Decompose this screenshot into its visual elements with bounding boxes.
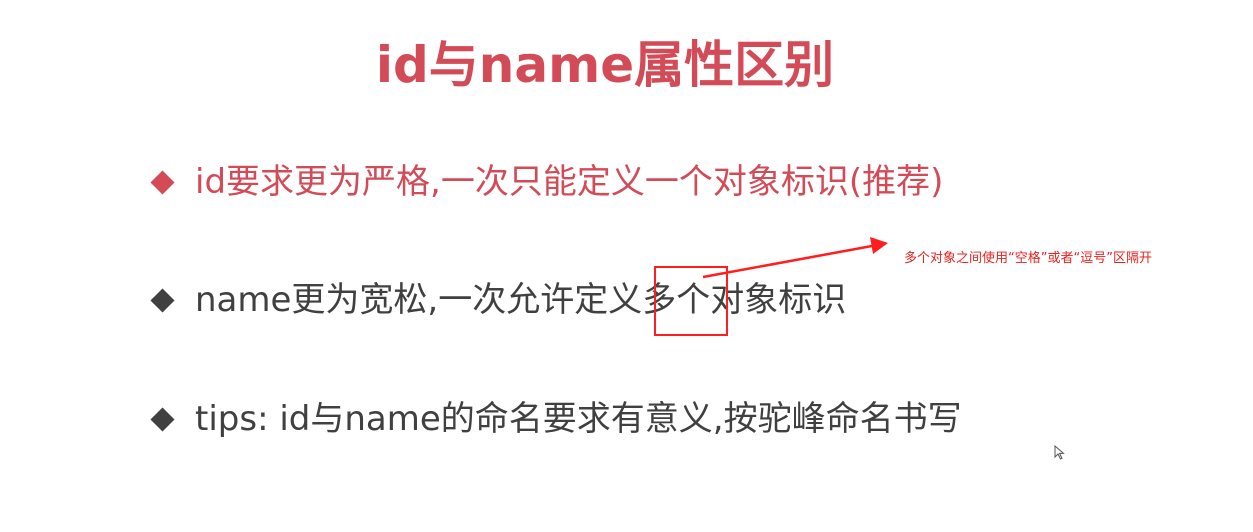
bullet-text: id要求更为严格,一次只能定义一个对象标识(推荐) <box>195 162 944 202</box>
annotation-note: 多个对象之间使用“空格”或者“逗号”区隔开 <box>904 251 1152 266</box>
bullet-text: name更为宽松,一次允许定义多个对象标识 <box>195 280 847 320</box>
bullet-item-tips: tips: id与name的命名要求有意义,按驼峰命名书写 <box>150 389 962 449</box>
bullet-item-name: name更为宽松,一次允许定义多个对象标识 <box>150 270 846 330</box>
bullet-item-id: id要求更为严格,一次只能定义一个对象标识(推荐) <box>150 152 943 212</box>
slide-title: id与name属性区别 <box>375 36 835 94</box>
bullet-text: tips: id与name的命名要求有意义,按驼峰命名书写 <box>195 399 962 439</box>
diamond-bullet-icon <box>150 287 175 313</box>
mouse-cursor-icon <box>1054 445 1065 460</box>
highlight-box <box>654 266 728 336</box>
diamond-bullet-icon <box>150 169 175 195</box>
slide: id与name属性区别 id要求更为严格,一次只能定义一个对象标识(推荐) na… <box>0 0 1253 532</box>
diamond-bullet-icon <box>150 406 175 432</box>
